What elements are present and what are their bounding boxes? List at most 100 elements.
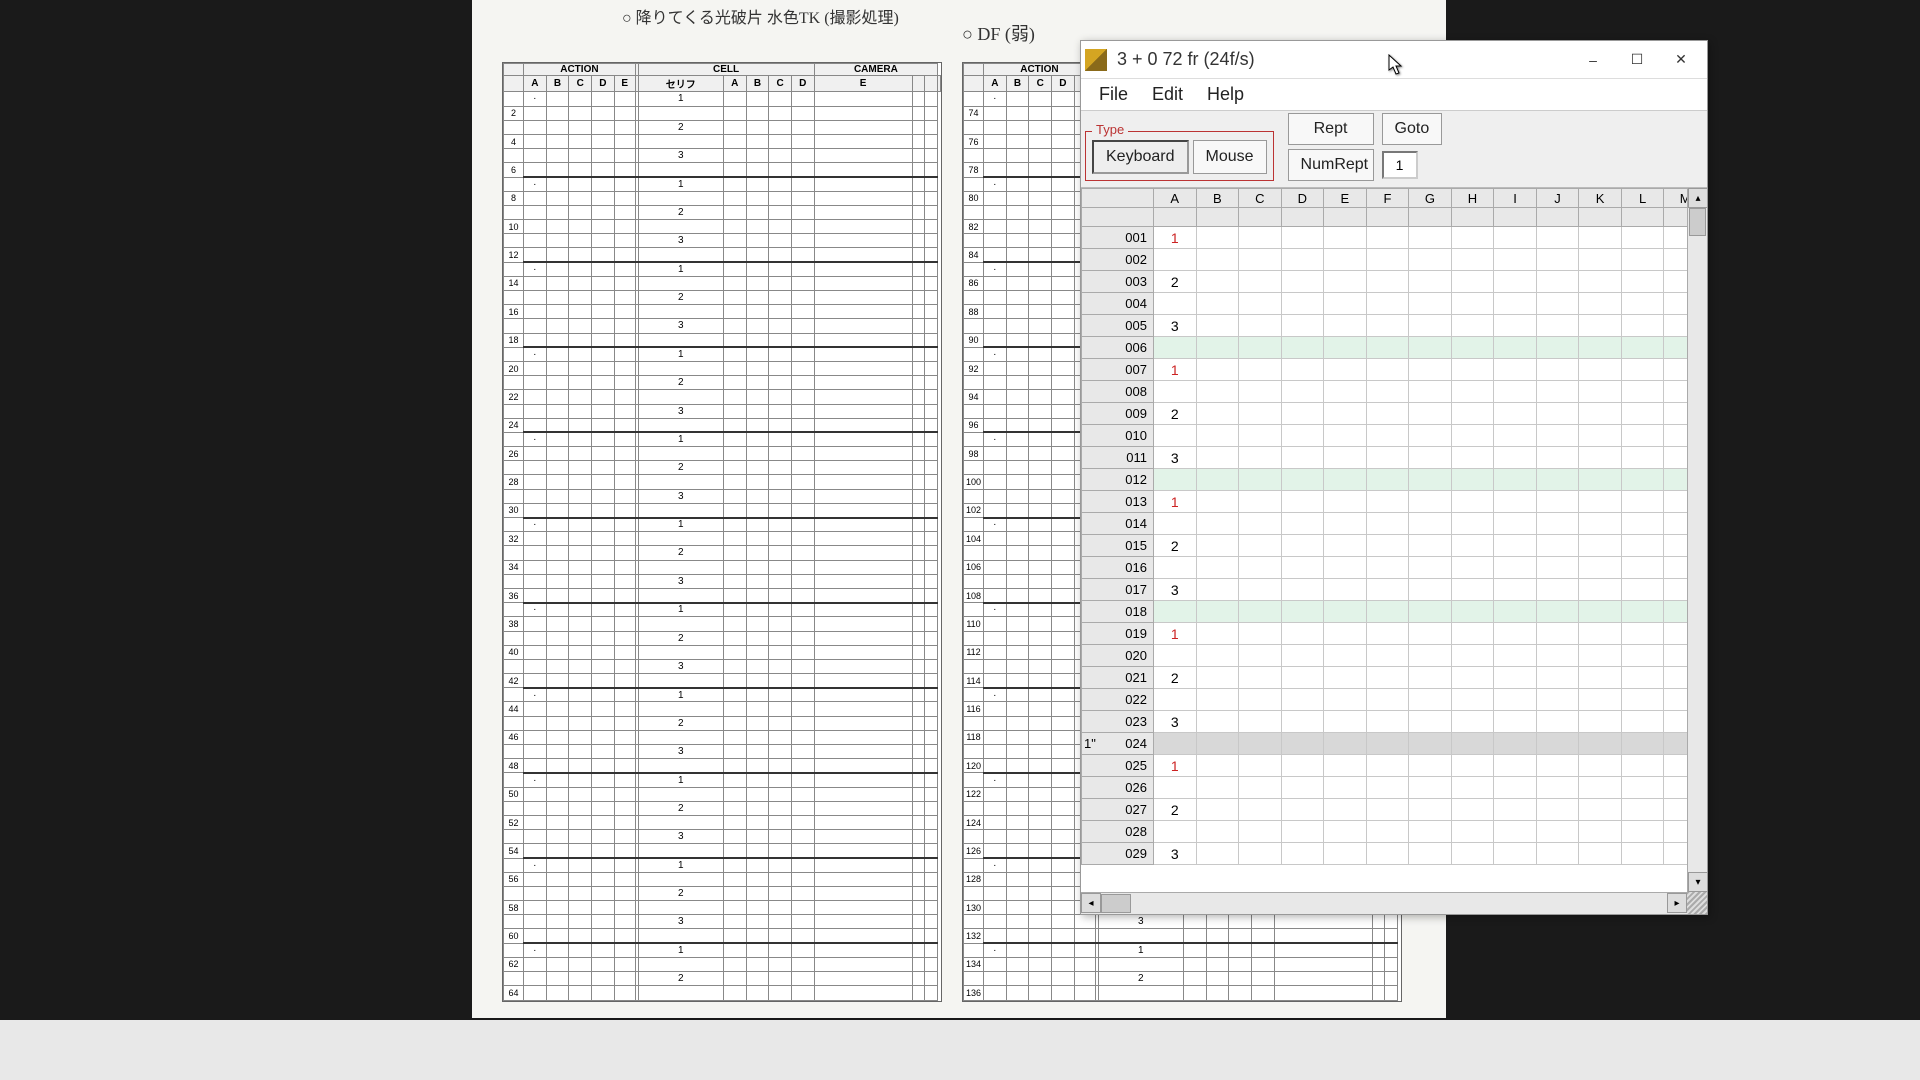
cell[interactable] [1366, 491, 1409, 513]
cell[interactable] [1409, 249, 1452, 271]
cell[interactable] [1579, 799, 1622, 821]
cell[interactable] [1494, 491, 1537, 513]
cell[interactable] [1239, 381, 1282, 403]
cell[interactable] [1409, 271, 1452, 293]
cell[interactable] [1281, 271, 1324, 293]
cell[interactable] [1621, 425, 1664, 447]
row-number[interactable]: 014 [1082, 513, 1154, 535]
cell[interactable] [1281, 491, 1324, 513]
cell[interactable] [1451, 689, 1494, 711]
cell[interactable] [1239, 469, 1282, 491]
cell[interactable] [1239, 227, 1282, 249]
cell[interactable] [1579, 425, 1622, 447]
row-number[interactable]: 013 [1082, 491, 1154, 513]
cell[interactable] [1579, 491, 1622, 513]
cell[interactable] [1409, 359, 1452, 381]
cell[interactable] [1451, 425, 1494, 447]
cell[interactable] [1324, 227, 1367, 249]
cell[interactable] [1239, 623, 1282, 645]
frame-row[interactable]: 018 [1082, 601, 1707, 623]
cell[interactable] [1451, 711, 1494, 733]
col-header-K[interactable]: K [1579, 189, 1622, 208]
cell[interactable] [1239, 359, 1282, 381]
cell[interactable] [1536, 733, 1579, 755]
cell[interactable] [1324, 623, 1367, 645]
cell[interactable] [1281, 711, 1324, 733]
minimize-button[interactable]: – [1571, 43, 1615, 77]
cell[interactable] [1536, 447, 1579, 469]
cell[interactable] [1366, 755, 1409, 777]
cell[interactable] [1239, 821, 1282, 843]
cell[interactable] [1409, 491, 1452, 513]
row-number[interactable]: 003 [1082, 271, 1154, 293]
cell[interactable] [1324, 337, 1367, 359]
cell[interactable] [1494, 337, 1537, 359]
cell[interactable] [1579, 689, 1622, 711]
cell[interactable] [1196, 447, 1239, 469]
cell[interactable] [1154, 337, 1197, 359]
cell[interactable] [1196, 403, 1239, 425]
cell[interactable] [1494, 359, 1537, 381]
cell[interactable] [1409, 535, 1452, 557]
cell[interactable] [1536, 271, 1579, 293]
cell[interactable] [1579, 623, 1622, 645]
cell[interactable] [1324, 821, 1367, 843]
cell[interactable] [1239, 425, 1282, 447]
cell[interactable] [1366, 535, 1409, 557]
cell[interactable] [1579, 337, 1622, 359]
cell[interactable] [1324, 557, 1367, 579]
cell[interactable] [1579, 667, 1622, 689]
cell[interactable]: 3 [1154, 843, 1197, 865]
cell[interactable]: 3 [1154, 447, 1197, 469]
cell[interactable] [1536, 645, 1579, 667]
cell[interactable] [1196, 227, 1239, 249]
cell[interactable] [1366, 315, 1409, 337]
mouse-button[interactable]: Mouse [1193, 140, 1267, 174]
cell[interactable] [1409, 557, 1452, 579]
cell[interactable] [1324, 249, 1367, 271]
cell[interactable] [1494, 447, 1537, 469]
cell[interactable] [1451, 535, 1494, 557]
cell[interactable] [1621, 227, 1664, 249]
cell[interactable] [1451, 843, 1494, 865]
cell[interactable] [1196, 623, 1239, 645]
cell[interactable] [1494, 821, 1537, 843]
horizontal-scrollbar[interactable]: ◂ ▸ [1081, 892, 1687, 914]
frame-row[interactable]: 0032 [1082, 271, 1707, 293]
cell[interactable] [1281, 623, 1324, 645]
cell[interactable] [1239, 711, 1282, 733]
cell[interactable] [1536, 535, 1579, 557]
frame-row[interactable]: 010 [1082, 425, 1707, 447]
cell[interactable] [1324, 425, 1367, 447]
maximize-button[interactable]: ☐ [1615, 43, 1659, 77]
cell[interactable] [1366, 777, 1409, 799]
scroll-left-button[interactable]: ◂ [1081, 893, 1101, 913]
vscroll-thumb[interactable] [1689, 208, 1706, 236]
cell[interactable] [1281, 755, 1324, 777]
cell[interactable] [1536, 249, 1579, 271]
cell[interactable] [1494, 249, 1537, 271]
cell[interactable] [1494, 755, 1537, 777]
cell[interactable] [1409, 733, 1452, 755]
cell[interactable] [1451, 799, 1494, 821]
cell[interactable] [1239, 799, 1282, 821]
cell[interactable] [1621, 711, 1664, 733]
row-number[interactable]: 009 [1082, 403, 1154, 425]
cell[interactable] [1196, 535, 1239, 557]
cell[interactable] [1579, 403, 1622, 425]
cell[interactable] [1154, 557, 1197, 579]
cell[interactable] [1409, 667, 1452, 689]
cell[interactable] [1494, 733, 1537, 755]
cell[interactable] [1409, 469, 1452, 491]
cell[interactable] [1196, 557, 1239, 579]
cell[interactable] [1579, 557, 1622, 579]
row-number[interactable]: 006 [1082, 337, 1154, 359]
cell[interactable] [1281, 337, 1324, 359]
cell[interactable] [1154, 469, 1197, 491]
cell[interactable] [1324, 469, 1367, 491]
cell[interactable] [1536, 689, 1579, 711]
frame-row[interactable]: 026 [1082, 777, 1707, 799]
cell[interactable] [1281, 667, 1324, 689]
cell[interactable] [1536, 843, 1579, 865]
cell[interactable]: 2 [1154, 535, 1197, 557]
